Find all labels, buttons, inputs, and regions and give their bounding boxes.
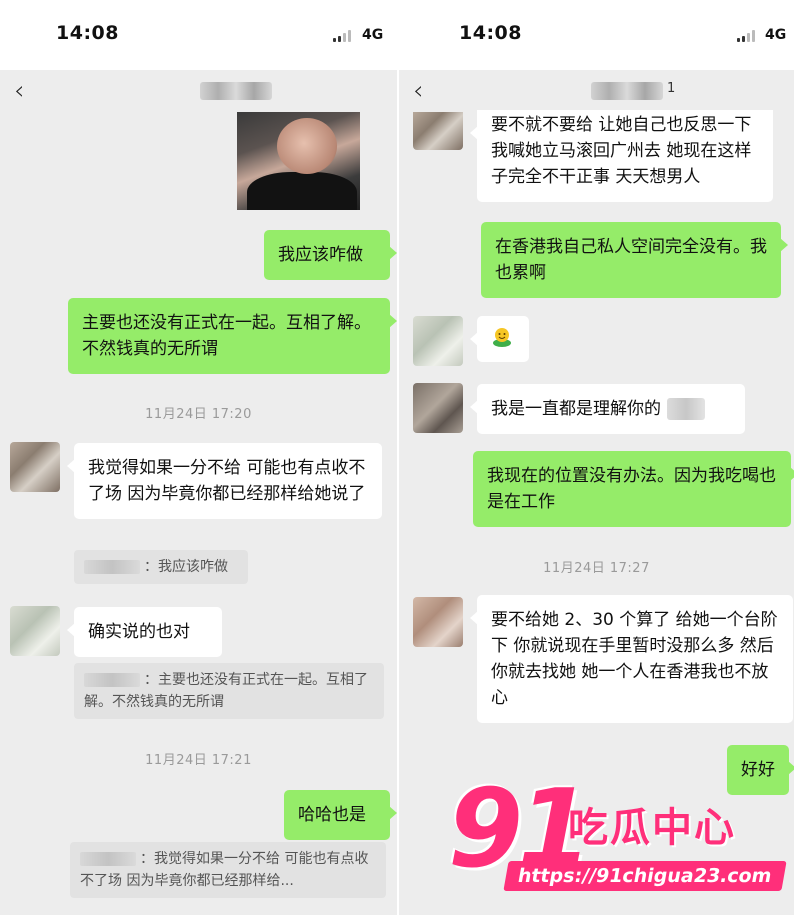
- message-text: 我应该咋做: [278, 245, 363, 265]
- status-time: 14:08: [56, 22, 119, 44]
- avatar[interactable]: [10, 606, 60, 656]
- avatar[interactable]: [413, 316, 463, 366]
- back-arrow-icon[interactable]: ‹: [413, 76, 423, 106]
- contact-name-blurred: [200, 82, 272, 100]
- chat-title-bar: ‹: [0, 70, 397, 112]
- received-message[interactable]: 确实说的也对: [67, 607, 222, 657]
- watermark-brand: 吃瓜中心: [568, 805, 736, 851]
- title-suffix: 1: [667, 81, 676, 96]
- message-text: 我现在的位置没有办法。因为我吃喝也是在工作: [487, 466, 776, 512]
- signal-icon: [737, 30, 759, 42]
- message-text: 主要也还没有正式在一起。互相了解。不然钱真的无所谓: [82, 313, 371, 359]
- chat-screenshot-left: 14:08 4G ‹ 我应该咋做 主要也还没有正式在一起。互相了解。不然钱真的无…: [0, 0, 397, 915]
- received-message[interactable]: 要不给她 2、30 个算了 给她一个台阶下 你就说现在手里暂时没那么多 然后你就…: [470, 595, 793, 723]
- timestamp: 11月24日 17:20: [145, 407, 252, 422]
- message-text: 要不给她 2、30 个算了 给她一个台阶下 你就说现在手里暂时没那么多 然后你就…: [491, 610, 778, 708]
- chat-title-bar: ‹ 1: [399, 70, 794, 112]
- sent-message[interactable]: 哈哈也是: [284, 790, 397, 840]
- status-bar: 14:08 4G: [399, 0, 794, 70]
- sent-message[interactable]: 我现在的位置没有办法。因为我吃喝也是在工作: [473, 451, 794, 527]
- blurred-content: [667, 398, 705, 420]
- message-text: 确实说的也对: [88, 622, 190, 642]
- received-message[interactable]: 要不就不要给 让她自己也反思一下 我喊她立马滚回广州去 她现在这样子完全不干正事…: [470, 110, 773, 202]
- sent-message[interactable]: 在香港我自己私人空间完全没有。我也累啊: [481, 222, 788, 298]
- avatar[interactable]: [413, 112, 463, 150]
- signal-icon: [333, 30, 355, 42]
- avatar[interactable]: [10, 442, 60, 492]
- network-type: 4G: [765, 27, 787, 43]
- watermark-url: https://91chigua23.com: [503, 861, 787, 891]
- message-text: 哈哈也是: [298, 805, 366, 825]
- smiling-emoji-icon: [493, 328, 511, 347]
- back-arrow-icon[interactable]: ‹: [14, 76, 24, 106]
- sent-message[interactable]: 我应该咋做: [264, 230, 397, 280]
- sticker-image-message[interactable]: [237, 112, 360, 210]
- quoted-name-blurred: [84, 673, 140, 687]
- quoted-reply[interactable]: ：我觉得如果一分不给 可能也有点收不了场 因为毕竟你都已经那样给...: [70, 842, 386, 898]
- timestamp: 11月24日 17:27: [543, 561, 650, 576]
- quoted-reply[interactable]: ：主要也还没有正式在一起。互相了解。不然钱真的无所谓: [74, 663, 384, 719]
- received-message[interactable]: 我觉得如果一分不给 可能也有点收不了场 因为毕竟你都已经那样给她说了: [67, 443, 382, 519]
- avatar[interactable]: [413, 597, 463, 647]
- network-type: 4G: [362, 27, 384, 43]
- contact-name-blurred: [591, 82, 663, 100]
- message-text: 要不就不要给 让她自己也反思一下 我喊她立马滚回广州去 她现在这样子完全不干正事…: [491, 115, 752, 187]
- site-watermark: 91 吃瓜中心 https://91chigua23.com: [448, 775, 788, 905]
- received-message[interactable]: [470, 316, 529, 362]
- quoted-name-blurred: [84, 560, 140, 574]
- sent-message[interactable]: 主要也还没有正式在一起。互相了解。不然钱真的无所谓: [68, 298, 397, 374]
- timestamp: 11月24日 17:21: [145, 753, 252, 768]
- message-text: 在香港我自己私人空间完全没有。我也累啊: [495, 237, 767, 283]
- status-bar: 14:08 4G: [0, 0, 397, 70]
- received-message[interactable]: 我是一直都是理解你的: [470, 384, 745, 434]
- quoted-reply[interactable]: ：我应该咋做: [74, 550, 248, 584]
- avatar[interactable]: [413, 383, 463, 433]
- message-text: 我觉得如果一分不给 可能也有点收不了场 因为毕竟你都已经那样给她说了: [88, 458, 366, 504]
- message-text: 我是一直都是理解你的: [491, 399, 661, 419]
- quoted-name-blurred: [80, 852, 136, 866]
- status-time: 14:08: [459, 22, 522, 44]
